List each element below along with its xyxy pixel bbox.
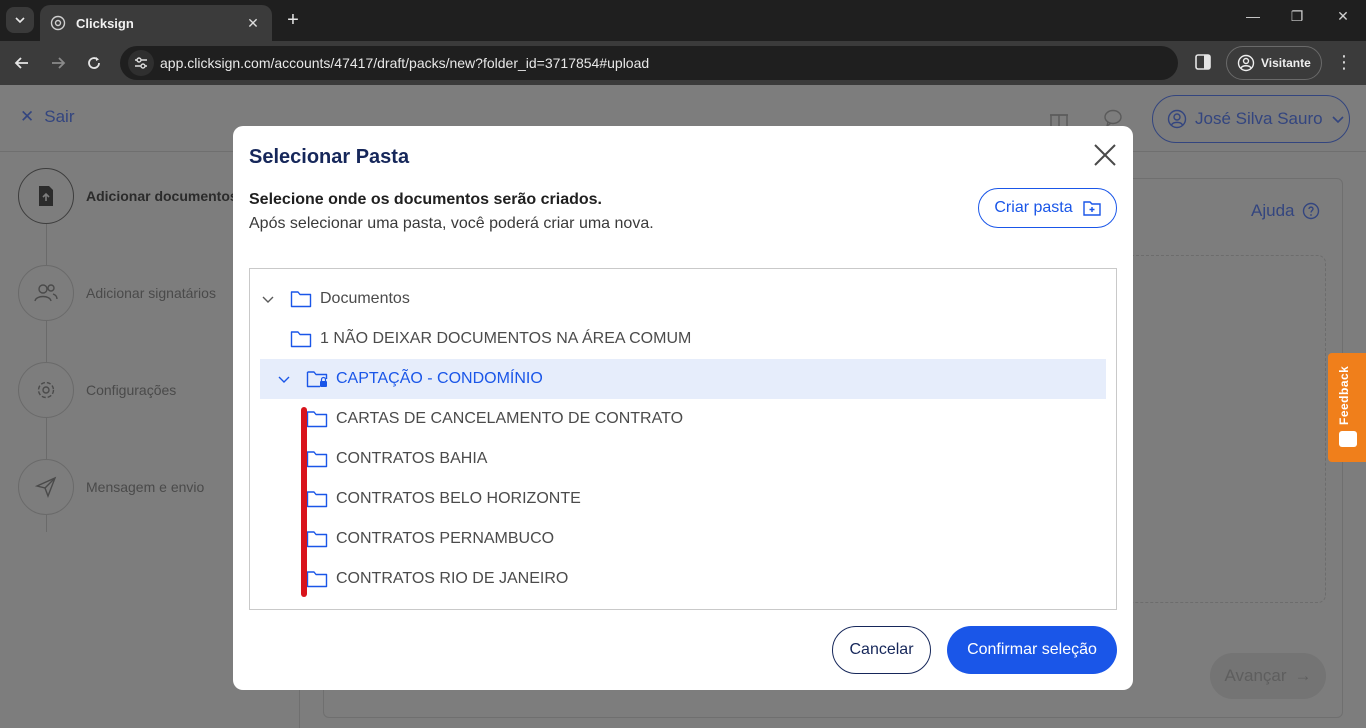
feedback-tab[interactable]: Feedback	[1328, 353, 1366, 462]
annotation-red-line	[301, 407, 307, 597]
step-circle	[18, 459, 74, 515]
folder-label: CONTRATOS BAHIA	[336, 450, 488, 467]
upload-file-icon	[39, 186, 53, 206]
browser-tab[interactable]: Clicksign ✕	[40, 5, 272, 41]
modal-close-button[interactable]	[1090, 140, 1120, 170]
ajuda-label: Ajuda	[1251, 201, 1295, 220]
reload-icon	[88, 57, 100, 69]
arrow-left-icon	[14, 57, 28, 69]
tab-title: Clicksign	[76, 15, 134, 31]
sair-button[interactable]: ✕ Sair	[20, 107, 74, 127]
site-info-icon[interactable]	[128, 50, 154, 76]
profile-icon	[1237, 54, 1255, 72]
chevron-down-icon	[15, 17, 25, 24]
folder-label: CAPTAÇÃO - CONDOMÍNIO	[336, 370, 543, 387]
send-icon	[35, 476, 57, 498]
folder-row-contratos-bahia[interactable]: CONTRATOS BAHIA	[260, 439, 1106, 479]
user-menu-button[interactable]: José Silva Sauro	[1152, 95, 1350, 143]
folder-icon	[306, 570, 328, 588]
folder-row-contratos-belo-horizonte[interactable]: CONTRATOS BELO HORIZONTE	[260, 479, 1106, 519]
gear-icon	[37, 381, 55, 399]
modal-title: Selecionar Pasta	[249, 146, 410, 168]
folder-icon	[306, 450, 328, 468]
folder-label: CONTRATOS RIO DE JANEIRO	[336, 570, 569, 587]
browser-menu-icon[interactable]: ⋮	[1334, 53, 1354, 71]
folder-label: CONTRATOS BELO HORIZONTE	[336, 490, 581, 507]
minimize-button[interactable]: —	[1230, 8, 1276, 24]
locked-folder-icon	[306, 370, 328, 388]
help-icon	[1303, 202, 1320, 220]
step-label: Adicionar signatários	[86, 285, 216, 301]
folder-icon	[306, 490, 328, 508]
forward-button[interactable]	[46, 51, 70, 75]
side-panel-icon[interactable]	[1194, 53, 1214, 73]
arrow-right-icon: →	[1294, 666, 1312, 685]
folder-row-documentos[interactable]: Documentos	[260, 279, 1106, 319]
confirm-selection-button[interactable]: Confirmar seleção	[947, 626, 1117, 674]
step-circle	[18, 362, 74, 418]
select-folder-modal: Selecionar Pasta Selecione onde os docum…	[233, 126, 1133, 690]
browser-toolbar: app.clicksign.com/accounts/47417/draft/p…	[0, 41, 1366, 85]
close-icon: ✕	[20, 107, 35, 126]
folder-row-nao-deixar[interactable]: 1 NÃO DEIXAR DOCUMENTOS NA ÁREA COMUM	[260, 319, 1106, 359]
folder-row-contratos-pernambuco[interactable]: CONTRATOS PERNAMBUCO	[260, 519, 1106, 559]
cancel-button[interactable]: Cancelar	[832, 626, 931, 674]
criar-pasta-button[interactable]: Criar pasta	[978, 188, 1117, 228]
url-text: app.clicksign.com/accounts/47417/draft/p…	[160, 55, 650, 71]
folder-icon	[306, 530, 328, 548]
tab-close-icon[interactable]: ✕	[244, 15, 262, 32]
step-label: Configurações	[86, 382, 177, 398]
sair-label: Sair	[44, 107, 75, 126]
avancar-button[interactable]: Avançar →	[1210, 653, 1326, 699]
tab-search-button[interactable]	[6, 7, 34, 33]
reload-button[interactable]	[82, 51, 106, 75]
new-tab-button[interactable]: +	[282, 9, 304, 31]
folder-tree: Documentos 1 NÃO DEIXAR DOCUMENTOS NA ÁR…	[249, 268, 1117, 610]
profile-label: Visitante	[1261, 56, 1311, 70]
folder-label: CARTAS DE CANCELAMENTO DE CONTRATO	[336, 410, 684, 427]
chevron-down-icon[interactable]	[276, 371, 292, 387]
folder-row-cartas-cancelamento[interactable]: CARTAS DE CANCELAMENTO DE CONTRATO	[260, 399, 1106, 439]
avancar-label: Avançar	[1224, 666, 1287, 685]
feedback-icon	[1339, 431, 1357, 447]
browser-tab-bar: Clicksign ✕ + — ❐ ✕	[0, 0, 1366, 41]
step-circle	[18, 168, 74, 224]
chevron-down-icon[interactable]	[260, 291, 276, 307]
folder-icon	[290, 330, 312, 348]
feedback-label: Feedback	[1337, 365, 1351, 425]
chevron-down-icon	[1332, 116, 1344, 124]
clicksign-favicon-icon	[50, 15, 66, 31]
upload-dropzone[interactable]	[1126, 255, 1326, 603]
step-label: Mensagem e envio	[86, 479, 205, 495]
close-icon	[1094, 144, 1116, 166]
folder-row-contratos-rio-de-janeiro[interactable]: CONTRATOS RIO DE JANEIRO	[260, 559, 1106, 599]
arrow-right-icon	[52, 57, 66, 69]
folder-icon	[290, 290, 312, 308]
folder-icon	[306, 410, 328, 428]
modal-instruction: Selecione onde os documentos serão criad…	[249, 191, 602, 208]
folder-row-captacao-condominio[interactable]: CAPTAÇÃO - CONDOMÍNIO	[260, 359, 1106, 399]
close-window-button[interactable]: ✕	[1320, 8, 1366, 25]
user-icon	[1167, 109, 1187, 129]
ajuda-link[interactable]: Ajuda	[1251, 201, 1320, 221]
modal-description: Após selecionar uma pasta, você poderá c…	[249, 215, 654, 232]
step-circle	[18, 265, 74, 321]
restore-button[interactable]: ❐	[1274, 8, 1320, 25]
user-name: José Silva Sauro	[1195, 109, 1323, 128]
criar-pasta-label: Criar pasta	[994, 199, 1073, 216]
folder-label: CONTRATOS PERNAMBUCO	[336, 530, 555, 547]
profile-button[interactable]: Visitante	[1226, 46, 1322, 80]
folder-plus-icon	[1082, 201, 1101, 216]
folder-label: Documentos	[320, 290, 410, 307]
folder-label: 1 NÃO DEIXAR DOCUMENTOS NA ÁREA COMUM	[320, 330, 692, 347]
back-button[interactable]	[10, 51, 34, 75]
step-label: Adicionar documentos	[86, 188, 238, 204]
users-icon	[34, 284, 58, 302]
address-bar[interactable]: app.clicksign.com/accounts/47417/draft/p…	[120, 46, 1178, 80]
